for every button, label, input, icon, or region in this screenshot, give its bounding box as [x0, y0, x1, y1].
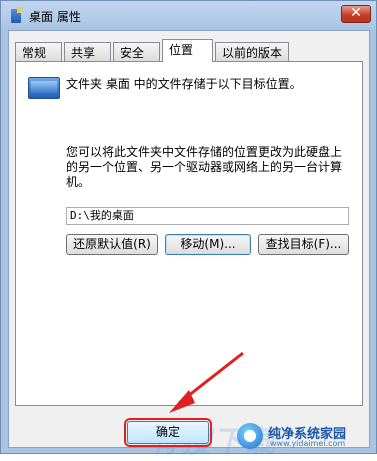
location-instruction: 您可以将此文件夹中文件存储的位置更改为此硬盘上的另一个位置、另一个驱动器或网络上… — [66, 145, 343, 189]
ok-button[interactable]: 确定 — [124, 418, 212, 447]
tab-location[interactable]: 位置 — [162, 39, 213, 62]
tab-previous-versions[interactable]: 以前的版本 — [215, 42, 289, 61]
brand-url: www.yidaimei.com — [270, 439, 346, 448]
restore-default-button[interactable]: 还原默认值(R) — [66, 234, 158, 255]
close-button[interactable]: ✕ — [341, 5, 371, 23]
brand-logo-icon — [237, 423, 263, 449]
desktop-folder-icon — [28, 77, 60, 99]
move-button[interactable]: 移动(M)... — [165, 234, 251, 255]
target-path-field[interactable]: D:\我的桌面 — [66, 207, 349, 225]
location-panel: 文件夹 桌面 中的文件存储于以下目标位置。 您可以将此文件夹中文件存储的位置更改… — [15, 61, 363, 406]
location-description: 文件夹 桌面 中的文件存储于以下目标位置。 — [66, 77, 302, 91]
window-title: 桌面 属性 — [29, 10, 81, 24]
tab-security[interactable]: 安全 — [113, 42, 160, 61]
dialog-body: 常规 共享 安全 位置 以前的版本 文件夹 桌面 中的文件存储于以下目标位置。 … — [8, 30, 370, 460]
tab-general[interactable]: 常规 — [15, 42, 62, 61]
watermark-brand: 纯净系统家园 www.yidaimei.com — [237, 421, 373, 451]
folder-app-icon — [11, 7, 21, 23]
find-target-button[interactable]: 查找目标(F)... — [258, 234, 349, 255]
title-bar[interactable]: 桌面 属性 ✕ — [1, 1, 377, 31]
tab-sharing[interactable]: 共享 — [64, 42, 111, 61]
properties-window: 桌面 属性 ✕ 常规 共享 安全 位置 以前的版本 文件夹 桌面 中的文件存储于… — [0, 0, 377, 460]
